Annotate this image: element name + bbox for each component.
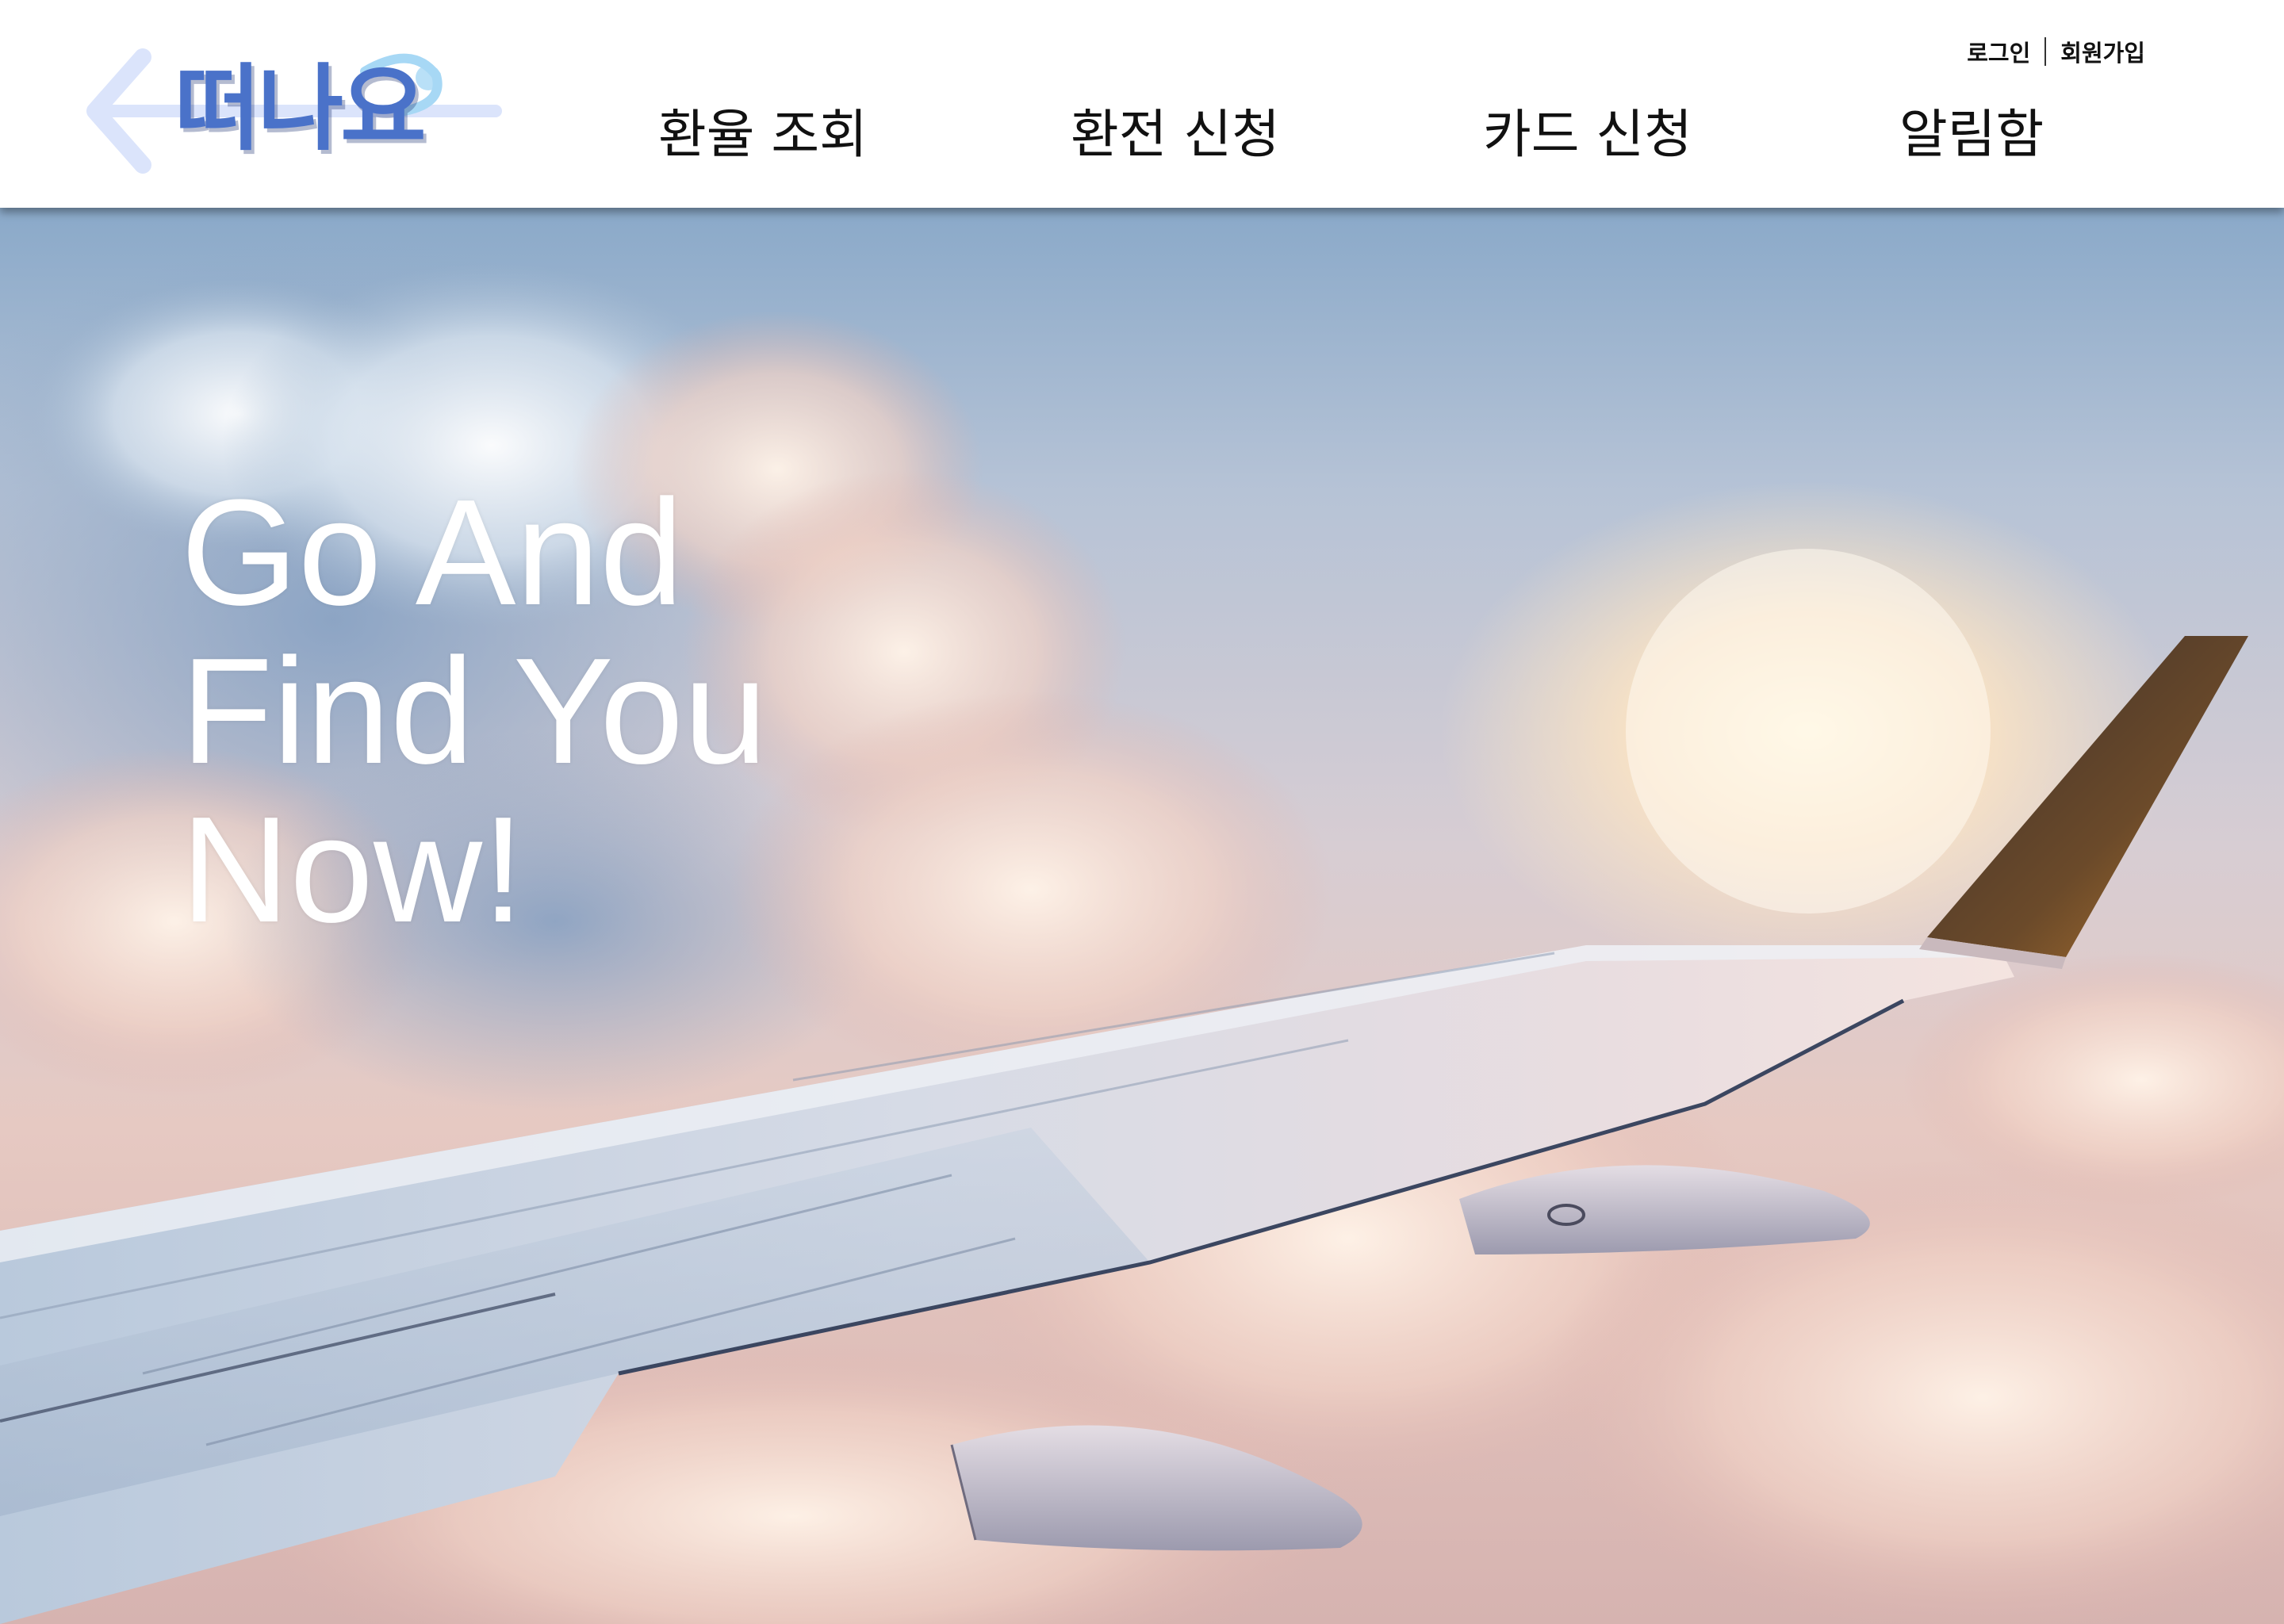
nav-item-notifications[interactable]: 알림함 xyxy=(1899,99,2044,170)
login-link[interactable]: 로그인 xyxy=(1967,35,2030,68)
hero-headline-line: Now! xyxy=(181,786,524,954)
hero-headline-line: Go And xyxy=(181,469,684,637)
main-nav: 환율 조회 환전 신청 카드 신청 알림함 xyxy=(0,99,2284,170)
signup-link[interactable]: 회원가입 xyxy=(2060,35,2145,68)
site-header: 떠나요 로그인 회원가입 환율 조회 환전 신청 카드 신청 알림함 xyxy=(0,0,2284,208)
hero-headline-line: Find You xyxy=(181,627,768,795)
auth-links: 로그인 회원가입 xyxy=(1967,35,2145,68)
auth-divider xyxy=(2044,37,2047,66)
page: 떠나요 로그인 회원가입 환율 조회 환전 신청 카드 신청 알림함 Go An… xyxy=(0,0,2284,1624)
nav-item-exchange-request[interactable]: 환전 신청 xyxy=(1071,99,1280,170)
nav-item-exchange-rate[interactable]: 환율 조회 xyxy=(658,99,868,170)
hero-banner: Go And Find You Now! xyxy=(0,208,2284,1624)
hero-headline: Go And Find You Now! xyxy=(181,473,768,949)
nav-item-card-request[interactable]: 카드 신청 xyxy=(1483,99,1692,170)
